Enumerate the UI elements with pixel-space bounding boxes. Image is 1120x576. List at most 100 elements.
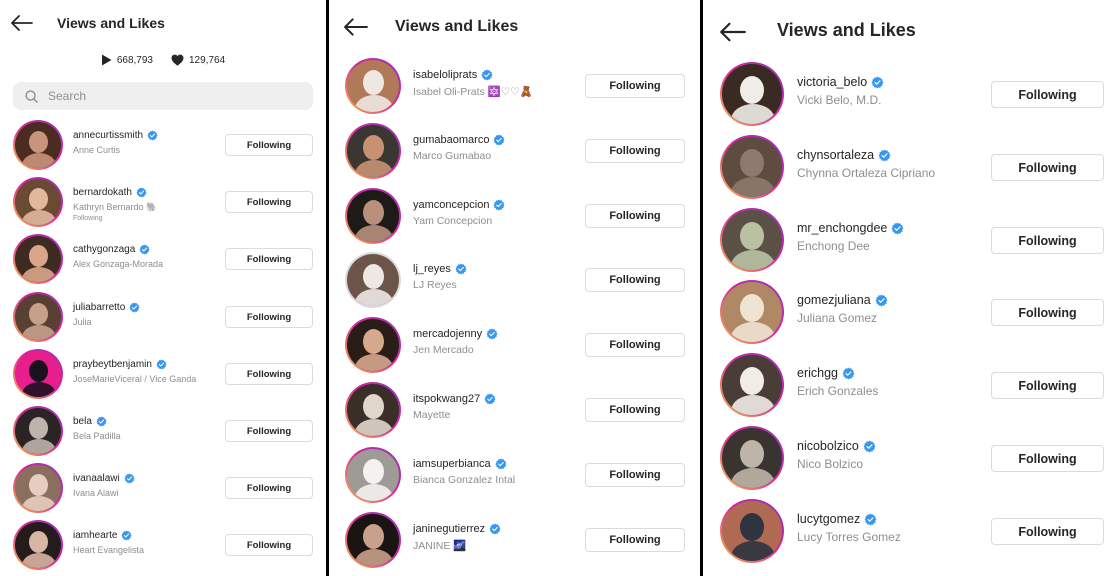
avatar[interactable] (345, 123, 401, 179)
user-row[interactable]: chynsortaleza Chynna Ortaleza Cipriano Fol… (703, 135, 1120, 199)
avatar[interactable] (345, 512, 401, 568)
user-row[interactable]: isabeloliprats Isabel Oli-Prats 🔯♡♡🧸 Follo… (329, 58, 700, 114)
username[interactable]: ivanaalawi (73, 473, 120, 484)
user-row[interactable]: mercadojenny Jen Mercado Following (329, 317, 700, 373)
back-button[interactable] (343, 16, 369, 38)
user-row[interactable]: bela Bela Padilla Following (0, 406, 326, 456)
avatar[interactable] (345, 58, 401, 114)
following-button[interactable]: Following (991, 299, 1104, 326)
user-row[interactable]: ivanaalawi Ivana Alawi Following (0, 463, 326, 513)
username[interactable]: iamhearte (73, 530, 117, 541)
avatar[interactable] (13, 406, 63, 456)
username[interactable]: itspokwang27 (413, 393, 480, 405)
following-button[interactable]: Following (225, 191, 313, 213)
username[interactable]: bela (73, 416, 92, 427)
username[interactable]: janinegutierrez (413, 523, 485, 535)
user-row[interactable]: victoria_belo Vicki Belo, M.D. Following (703, 62, 1120, 126)
user-row[interactable]: erichgg Erich Gonzales Following (703, 353, 1120, 417)
username[interactable]: erichgg (797, 366, 838, 380)
avatar[interactable] (345, 252, 401, 308)
following-button[interactable]: Following (585, 398, 685, 422)
following-button[interactable]: Following (991, 154, 1104, 181)
user-row[interactable]: iamhearte Heart Evangelista Following (0, 520, 326, 570)
user-row[interactable]: mr_enchongdee Enchong Dee Following (703, 208, 1120, 272)
avatar[interactable] (345, 188, 401, 244)
following-button[interactable]: Following (225, 420, 313, 442)
search-bar[interactable] (13, 82, 313, 110)
following-button[interactable]: Following (585, 333, 685, 357)
search-input[interactable] (48, 89, 288, 103)
username[interactable]: lj_reyes (413, 263, 451, 275)
avatar[interactable] (13, 349, 63, 399)
username[interactable]: lucytgomez (797, 512, 860, 526)
back-button[interactable] (10, 12, 34, 34)
username[interactable]: iamsuperbianca (413, 458, 491, 470)
username[interactable]: bernardokath (73, 187, 132, 198)
user-row[interactable]: bernardokath Kathryn Bernardo 🐘 Following F… (0, 177, 326, 227)
avatar[interactable] (345, 317, 401, 373)
following-button[interactable]: Following (585, 463, 685, 487)
user-row[interactable]: annecurtissmith Anne Curtis Following (0, 120, 326, 170)
following-button[interactable]: Following (225, 534, 313, 556)
following-button[interactable]: Following (991, 372, 1104, 399)
username-line: gomezjuliana (797, 293, 888, 307)
following-button[interactable]: Following (991, 445, 1104, 472)
avatar[interactable] (13, 234, 63, 284)
avatar[interactable] (13, 292, 63, 342)
following-button[interactable]: Following (225, 477, 313, 499)
following-button[interactable]: Following (225, 306, 313, 328)
username[interactable]: juliabarretto (73, 302, 125, 313)
following-button[interactable]: Following (225, 363, 313, 385)
avatar[interactable] (13, 177, 63, 227)
avatar[interactable] (345, 447, 401, 503)
verified-badge (891, 222, 904, 235)
username[interactable]: mercadojenny (413, 328, 482, 340)
verified-badge (136, 187, 147, 198)
username[interactable]: yamconcepcion (413, 199, 489, 211)
following-button[interactable]: Following (585, 268, 685, 292)
user-row[interactable]: gomezjuliana Juliana Gomez Following (703, 280, 1120, 344)
user-row[interactable]: juliabarretto Julia Following (0, 292, 326, 342)
username[interactable]: mr_enchongdee (797, 221, 887, 235)
following-button[interactable]: Following (991, 81, 1104, 108)
username[interactable]: gomezjuliana (797, 293, 871, 307)
following-button[interactable]: Following (225, 248, 313, 270)
avatar[interactable] (720, 426, 784, 490)
user-row[interactable]: iamsuperbianca Bianca Gonzalez Intal Follo… (329, 447, 700, 503)
avatar[interactable] (720, 499, 784, 563)
following-button[interactable]: Following (585, 74, 685, 98)
following-button[interactable]: Following (991, 518, 1104, 545)
following-button[interactable]: Following (585, 139, 685, 163)
following-button[interactable]: Following (585, 528, 685, 552)
back-button[interactable] (719, 20, 747, 44)
username[interactable]: isabeloliprats (413, 69, 477, 81)
username[interactable]: praybeytbenjamin (73, 359, 152, 370)
username[interactable]: victoria_belo (797, 75, 867, 89)
username[interactable]: chynsortaleza (797, 148, 874, 162)
username[interactable]: gumabaomarco (413, 134, 489, 146)
user-row[interactable]: gumabaomarco Marco Gumabao Following (329, 123, 700, 179)
following-button[interactable]: Following (225, 134, 313, 156)
avatar[interactable] (720, 208, 784, 272)
user-row[interactable]: cathygonzaga Alex Gonzaga-Morada Following (0, 234, 326, 284)
user-row[interactable]: yamconcepcion Yam Concepcion Following (329, 188, 700, 244)
user-row[interactable]: praybeytbenjamin JoseMarieViceral / Vice … (0, 349, 326, 399)
user-row[interactable]: lucytgomez Lucy Torres Gomez Following (703, 499, 1120, 563)
avatar[interactable] (720, 62, 784, 126)
username[interactable]: annecurtissmith (73, 130, 143, 141)
user-row[interactable]: lj_reyes LJ Reyes Following (329, 252, 700, 308)
following-button[interactable]: Following (585, 204, 685, 228)
user-row[interactable]: itspokwang27 Mayette Following (329, 382, 700, 438)
avatar[interactable] (345, 382, 401, 438)
avatar[interactable] (720, 280, 784, 344)
avatar[interactable] (720, 353, 784, 417)
user-row[interactable]: janinegutierrez JANINE 🌌 Following (329, 512, 700, 568)
avatar[interactable] (13, 120, 63, 170)
avatar[interactable] (720, 135, 784, 199)
avatar[interactable] (13, 463, 63, 513)
following-button[interactable]: Following (991, 227, 1104, 254)
username[interactable]: cathygonzaga (73, 244, 135, 255)
avatar[interactable] (13, 520, 63, 570)
username[interactable]: nicobolzico (797, 439, 859, 453)
user-row[interactable]: nicobolzico Nico Bolzico Following (703, 426, 1120, 490)
